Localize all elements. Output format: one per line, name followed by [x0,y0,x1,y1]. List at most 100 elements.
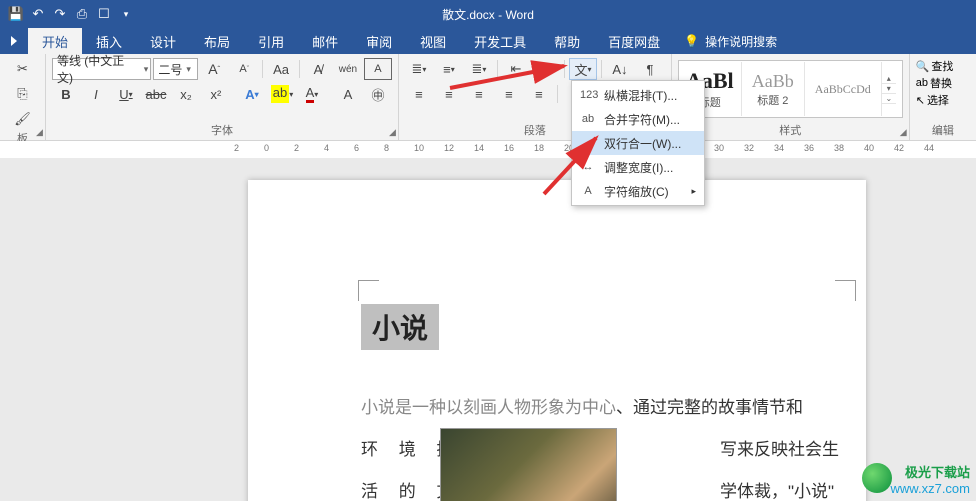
change-case-button[interactable]: Aa [267,58,295,80]
align-center-button[interactable]: ≡ [435,83,463,105]
tab-developer[interactable]: 开发工具 [460,28,540,54]
menu-item-combine-chars[interactable]: ab合并字符(M)... [572,107,704,131]
dialog-launcher-icon[interactable]: ◢ [36,127,43,138]
phonetic-guide-button[interactable]: wén [334,58,362,80]
qat-icon[interactable]: ⎙ [72,4,92,24]
qat-more-icon[interactable]: ▾ [116,4,136,24]
find-button[interactable]: 🔍查找 [916,58,970,74]
clear-format-button[interactable]: A̸ [304,58,332,80]
align-left-button[interactable]: ≡ [405,83,433,105]
style-item-normal[interactable]: AaBbCcDd [805,62,882,116]
menu-item-vertical-horizontal[interactable]: 123纵横混排(T)... [572,83,704,107]
undo-icon[interactable]: ↶ [28,4,48,24]
sort-button[interactable]: A↓ [606,58,634,80]
distribute-button[interactable]: ≡ [525,83,553,105]
dialog-launcher-icon[interactable]: ◢ [389,127,396,138]
font-family-combo[interactable]: 等线 (中文正文)▾ [52,58,151,80]
numbering-button[interactable]: ≡▾ [435,58,463,80]
justify-button[interactable]: ≡ [495,83,523,105]
file-tab[interactable] [0,28,28,54]
subscript-button[interactable]: x₂ [172,83,200,105]
replace-button[interactable]: ab替换 [916,75,970,91]
char-shading-button[interactable]: A [334,83,362,105]
tab-design[interactable]: 设计 [136,28,190,54]
watermark: 极光下载站 www.xz7.com [891,465,970,497]
enclose-char-button[interactable]: ㊥ [364,83,392,105]
tab-references[interactable]: 引用 [244,28,298,54]
menu-item-two-lines-in-one[interactable]: 双行合一(W)... [572,131,704,155]
tab-review[interactable]: 审阅 [352,28,406,54]
chevron-down-icon: ▾ [186,64,191,75]
style-scroll[interactable]: ▴▾⌄ [882,74,896,104]
tell-me[interactable]: 💡 操作说明搜索 [674,28,787,54]
ruler-mark: 42 [894,143,904,153]
cut-button[interactable]: ✂ [6,58,39,80]
font-color-button[interactable]: A▾ [298,83,326,105]
dialog-launcher-icon[interactable]: ◢ [900,127,907,138]
multilevel-button[interactable]: ≣▾ [465,58,493,80]
document-area[interactable]: 小说 小说是一种以刻画人物形象为中心、通过完整的故事情节和 环 境 描 写来反映… [0,158,976,501]
ribbon: ✂ ⎘ 🖌 板 ◢ 等线 (中文正文)▾ 二号▾ Aˆ Aˇ Aa A̸ wén… [0,54,976,141]
inc-indent-button[interactable]: ⇥ [532,58,560,80]
superscript-button[interactable]: x² [202,83,230,105]
ruler-mark: 2 [294,143,299,153]
tab-mailings[interactable]: 邮件 [298,28,352,54]
char-border-button[interactable]: A [364,58,392,80]
text-direction-button[interactable]: 文▾ [569,58,597,80]
menu-label: 双行合一(W)... [604,135,681,152]
tab-insert[interactable]: 插入 [82,28,136,54]
ruler-mark: 34 [774,143,784,153]
align-right-button[interactable]: ≡ [465,83,493,105]
highlight-button[interactable]: ab▾ [268,83,296,105]
format-painter-button[interactable]: 🖌 [6,108,39,130]
ruler-mark: 14 [474,143,484,153]
window-title: 散文.docx - Word [442,6,534,23]
bold-button[interactable]: B [52,83,80,105]
doc-line[interactable]: 小说是一种以刻画人物形象为中心、通过完整的故事情节和 [361,390,803,426]
group-font: 等线 (中文正文)▾ 二号▾ Aˆ Aˇ Aa A̸ wén A B I U▾ … [46,54,399,140]
group-editing: 🔍查找 ab替换 ↖选择 编辑 [910,54,976,140]
font-family-value: 等线 (中文正文) [57,52,140,86]
style-preview: AaBbCcDd [815,82,871,97]
qat-icon[interactable]: ☐ [94,4,114,24]
redo-icon[interactable]: ↷ [50,4,70,24]
inline-image[interactable] [440,428,617,501]
tab-layout[interactable]: 布局 [190,28,244,54]
group-label: 样式 [678,122,903,140]
ruler-mark: 40 [864,143,874,153]
shrink-font-button[interactable]: Aˇ [230,58,258,80]
doc-line[interactable]: 写来反映社会生 [720,432,839,468]
group-label: 编辑 [916,122,970,140]
grow-font-button[interactable]: Aˆ [200,58,228,80]
tab-view[interactable]: 视图 [406,28,460,54]
chevron-right-icon: ▸ [691,186,696,197]
italic-button[interactable]: I [82,83,110,105]
bullets-button[interactable]: ≣▾ [405,58,433,80]
separator [564,60,565,78]
tab-baidu[interactable]: 百度网盘 [594,28,674,54]
strike-button[interactable]: abc [142,83,170,105]
ruler-mark: 18 [534,143,544,153]
menu-item-fit-width[interactable]: ↔调整宽度(I)... [572,155,704,179]
save-icon[interactable]: 💾 [6,4,26,24]
menu-icon: ↔ [580,161,596,173]
dec-indent-button[interactable]: ⇤ [502,58,530,80]
quick-access-toolbar: 💾 ↶ ↷ ⎙ ☐ ▾ [0,4,136,24]
menu-item-char-scale[interactable]: A字符缩放(C)▸ [572,179,704,203]
show-marks-button[interactable]: ¶ [636,58,664,80]
copy-button[interactable]: ⎘ [6,83,39,105]
tab-home[interactable]: 开始 [28,28,82,54]
doc-line[interactable]: 学体裁，"小说" [720,474,834,501]
tab-help[interactable]: 帮助 [540,28,594,54]
font-size-combo[interactable]: 二号▾ [153,58,198,80]
style-item-h2[interactable]: AaBb 标题 2 [742,62,805,116]
ruler-mark: 6 [354,143,359,153]
styles-gallery[interactable]: AaBl 标题 AaBb 标题 2 AaBbCcDd ▴▾⌄ [678,60,903,118]
ruler-mark: 36 [804,143,814,153]
separator [601,60,602,78]
watermark-line2: www.xz7.com [891,481,970,497]
text-effects-button[interactable]: A▾ [238,83,266,105]
selected-heading[interactable]: 小说 [361,304,439,350]
underline-button[interactable]: U▾ [112,83,140,105]
select-button[interactable]: ↖选择 [916,92,970,108]
